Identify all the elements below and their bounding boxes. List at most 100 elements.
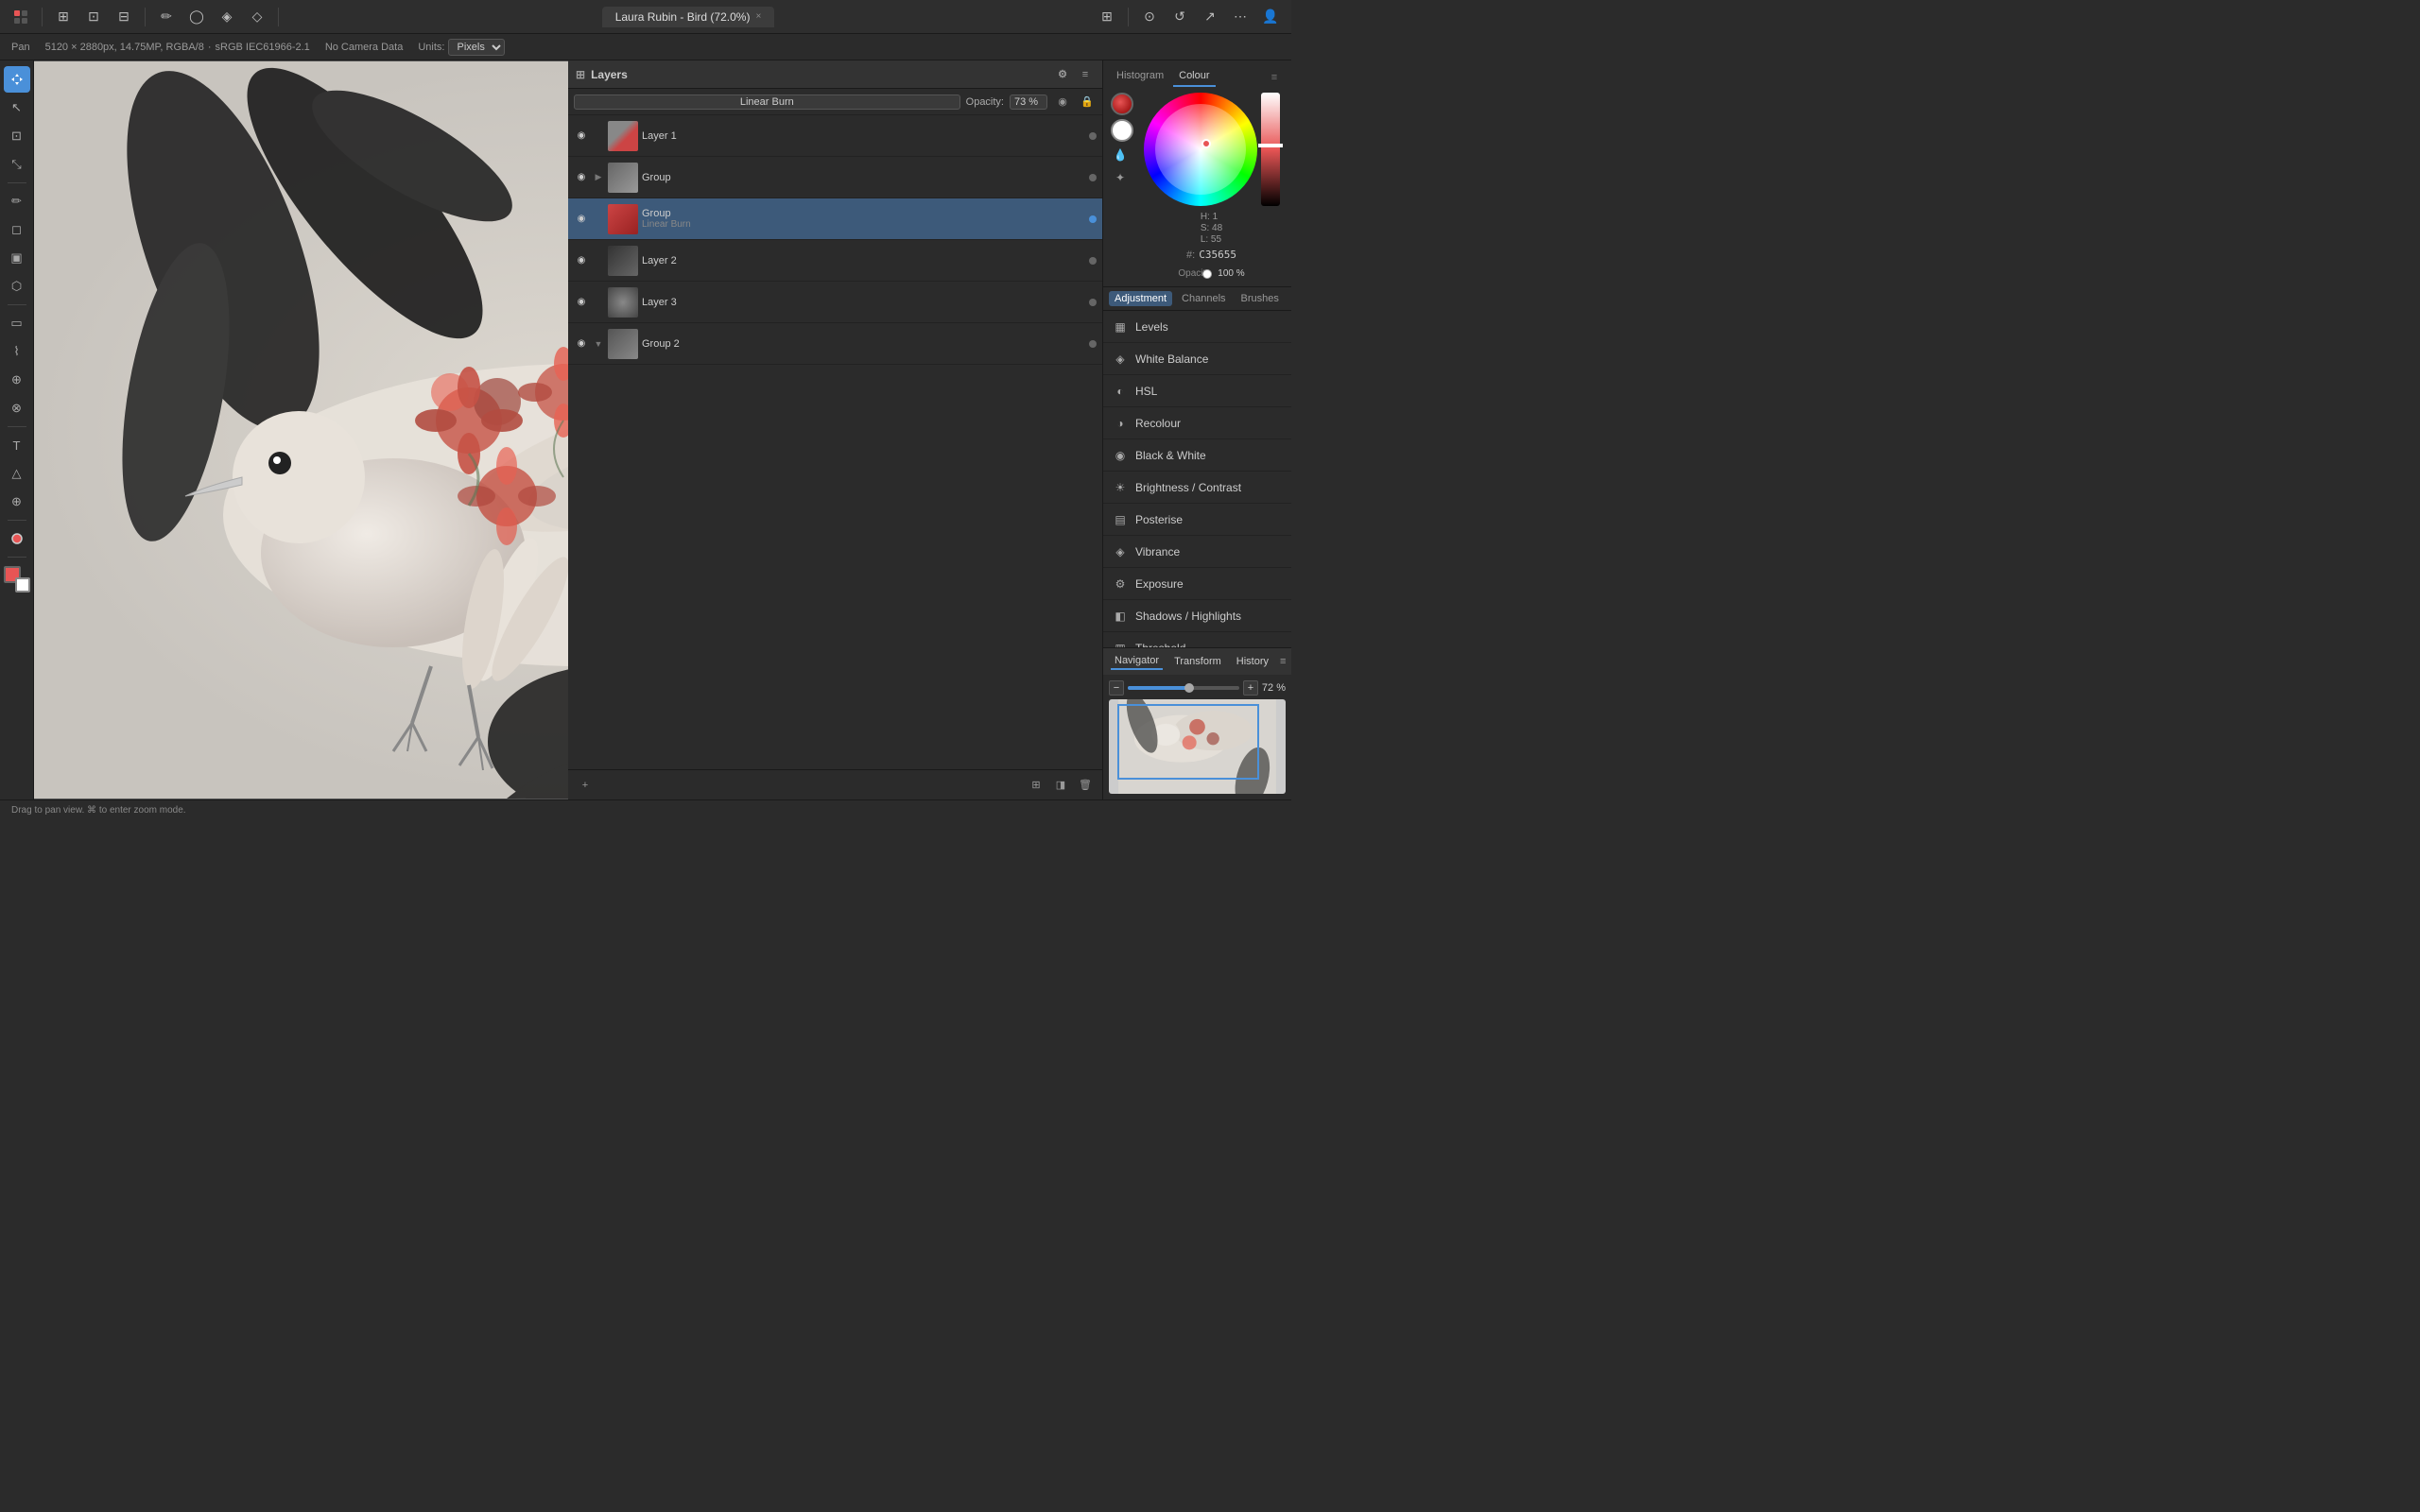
lasso-tool[interactable]: ⌇ <box>4 338 30 365</box>
units-select[interactable]: Pixels <box>448 39 505 56</box>
adj-item-black-&-white[interactable]: ◉ Black & White <box>1103 439 1291 472</box>
fill-tool[interactable]: ▣ <box>4 245 30 271</box>
layer-vis-icon[interactable]: ◉ <box>574 212 589 227</box>
background-color[interactable] <box>15 577 30 593</box>
adj-item-hsl[interactable]: ◐ HSL <box>1103 375 1291 407</box>
crop-tool[interactable]: ⊡ <box>4 123 30 149</box>
nav-tab-transform[interactable]: Transform <box>1170 654 1225 669</box>
tool-icon-1[interactable]: ⊞ <box>50 4 77 30</box>
text-tool[interactable]: T <box>4 432 30 458</box>
user-icon[interactable]: 👤 <box>1257 4 1284 30</box>
layer-expand-icon[interactable]: ▼ <box>593 338 604 350</box>
nav-tab-navigator[interactable]: Navigator <box>1111 653 1163 670</box>
layer-item[interactable]: ◉ Group Linear Burn <box>568 198 1102 240</box>
layer-item[interactable]: ◉ Layer 1 <box>568 115 1102 157</box>
nav-preview-rect[interactable] <box>1117 704 1259 780</box>
opacity-slider-thumb[interactable] <box>1202 269 1212 279</box>
histogram-tab[interactable]: Histogram <box>1111 68 1169 87</box>
vector-tool[interactable]: ⬡ <box>4 273 30 300</box>
tool-icon-4[interactable]: ✏ <box>153 4 180 30</box>
select-tool[interactable]: ▭ <box>4 310 30 336</box>
layer-vis-icon[interactable]: ◉ <box>574 170 589 185</box>
canvas-area[interactable]: NormalDarkenMultiplyColour Burn✓Linear B… <box>34 60 568 799</box>
adj-tab-channels[interactable]: Channels <box>1176 291 1231 306</box>
tool-icon-7[interactable]: ◇ <box>244 4 270 30</box>
layer-vis-icon[interactable]: ◉ <box>574 336 589 352</box>
adj-item-shadows---highlights[interactable]: ◧ Shadows / Highlights <box>1103 600 1291 632</box>
layer-vis-icon[interactable]: ◉ <box>574 129 589 144</box>
zoom-plus-btn[interactable]: + <box>1243 680 1258 696</box>
layer-item[interactable]: ◉ Layer 2 <box>568 240 1102 282</box>
colour-tab[interactable]: Colour <box>1173 68 1215 87</box>
layer-expand-icon[interactable] <box>593 214 604 225</box>
layer-expand-icon[interactable] <box>593 255 604 266</box>
adj-item-levels[interactable]: ▦ Levels <box>1103 311 1291 343</box>
adj-tab-stock[interactable]: Stock <box>1288 291 1291 306</box>
zoom-slider-thumb[interactable] <box>1184 683 1194 693</box>
blend-mode-button[interactable]: Linear Burn <box>574 94 960 110</box>
colour-menu-btn[interactable]: ≡ <box>1265 68 1284 87</box>
assistant-icon[interactable]: ⊙ <box>1136 4 1163 30</box>
zoom-tool[interactable]: ⊕ <box>4 489 30 515</box>
more-icon[interactable]: ⋯ <box>1227 4 1253 30</box>
eyedropper2-icon[interactable]: ✦ <box>1111 168 1130 187</box>
heal-tool[interactable]: ⊗ <box>4 395 30 421</box>
tool-icon-3[interactable]: ⊟ <box>111 4 137 30</box>
adj-tab-brushes[interactable]: Brushes <box>1236 291 1285 306</box>
layers-menu-btn[interactable]: ≡ <box>1076 65 1095 84</box>
adj-item-vibrance[interactable]: ◈ Vibrance <box>1103 536 1291 568</box>
layer-item[interactable]: ◉ ▶ Group <box>568 157 1102 198</box>
nav-preview[interactable] <box>1109 699 1286 794</box>
eyedropper-tool[interactable] <box>4 525 30 552</box>
zoom-minus-btn[interactable]: − <box>1109 680 1124 696</box>
colour-wheel[interactable] <box>1144 93 1257 206</box>
clone-tool[interactable]: ⊕ <box>4 367 30 393</box>
canvas[interactable] <box>34 61 568 799</box>
secondary-color-swatch[interactable] <box>1111 119 1133 142</box>
layer-vis-icon[interactable]: ◉ <box>574 253 589 268</box>
shape-tool[interactable]: △ <box>4 460 30 487</box>
paint-tool[interactable]: ✏ <box>4 188 30 215</box>
adj-item-brightness---contrast[interactable]: ☀ Brightness / Contrast <box>1103 472 1291 504</box>
nav-menu-btn[interactable]: ≡ <box>1280 652 1286 671</box>
layer-item[interactable]: ◉ ▼ Group 2 <box>568 323 1102 365</box>
adj-item-white-balance[interactable]: ◈ White Balance <box>1103 343 1291 375</box>
layer-visibility-btn[interactable]: ◉ <box>1053 93 1072 112</box>
layer-group-btn[interactable]: ⊞ <box>1027 776 1046 795</box>
layer-lock-btn[interactable]: 🔒 <box>1078 93 1097 112</box>
colour-wheel-dot[interactable] <box>1201 139 1211 148</box>
layer-expand-icon[interactable] <box>593 297 604 308</box>
layer-expand-icon[interactable]: ▶ <box>593 172 604 183</box>
move-tool[interactable]: ↖ <box>4 94 30 121</box>
history-icon[interactable]: ↺ <box>1167 4 1193 30</box>
document-tab[interactable]: Laura Rubin - Bird (72.0%) × <box>602 7 775 27</box>
tool-icon-6[interactable]: ◈ <box>214 4 240 30</box>
adj-item-exposure[interactable]: ⚙ Exposure <box>1103 568 1291 600</box>
document-close[interactable]: × <box>755 11 761 22</box>
adj-item-recolour[interactable]: ◑ Recolour <box>1103 407 1291 439</box>
adj-tab-adjustment[interactable]: Adjustment <box>1109 291 1172 306</box>
colour-swatch-strip[interactable] <box>1261 93 1280 206</box>
eyedropper-icon[interactable]: 💧 <box>1111 146 1130 164</box>
nav-tab-history[interactable]: History <box>1233 654 1272 669</box>
adj-item-threshold[interactable]: ▥ Threshold <box>1103 632 1291 647</box>
transform-tool[interactable]: ⤡ <box>4 151 30 178</box>
tool-icon-5[interactable]: ◯ <box>183 4 210 30</box>
layer-mask-btn[interactable]: ◨ <box>1051 776 1070 795</box>
primary-color-swatch[interactable] <box>1111 93 1133 115</box>
layer-add-btn[interactable]: + <box>576 776 595 795</box>
layer-vis-icon[interactable]: ◉ <box>574 295 589 310</box>
layer-delete-btn[interactable]: 🗑 <box>1076 776 1095 795</box>
tool-icon-2[interactable]: ⊡ <box>80 4 107 30</box>
opacity-input[interactable] <box>1010 94 1047 110</box>
view-icon[interactable]: ⊞ <box>1094 4 1120 30</box>
layer-expand-icon[interactable] <box>593 130 604 142</box>
layers-settings-btn[interactable]: ⚙ <box>1053 65 1072 84</box>
erase-tool[interactable]: ◻ <box>4 216 30 243</box>
zoom-slider[interactable] <box>1128 686 1239 690</box>
app-icon[interactable] <box>8 4 34 30</box>
layer-item[interactable]: ◉ Layer 3 <box>568 282 1102 323</box>
adj-item-posterise[interactable]: ▤ Posterise <box>1103 504 1291 536</box>
share-icon[interactable]: ↗ <box>1197 4 1223 30</box>
pan-tool[interactable] <box>4 66 30 93</box>
